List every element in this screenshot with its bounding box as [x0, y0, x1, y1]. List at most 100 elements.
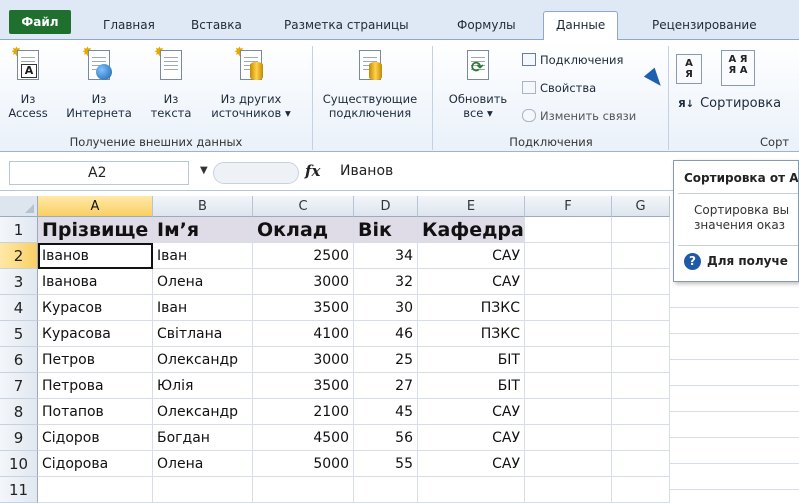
tab-data[interactable]: Данные	[543, 11, 619, 41]
table-cell[interactable]: 4100	[253, 321, 354, 347]
empty-cell[interactable]	[153, 477, 253, 503]
name-box[interactable]: A2	[9, 161, 189, 185]
connections-button[interactable]: Подключения	[522, 52, 623, 68]
table-cell[interactable]: 46	[354, 321, 418, 347]
empty-cell[interactable]	[612, 269, 670, 295]
table-cell[interactable]: САУ	[418, 399, 525, 425]
table-cell[interactable]: САУ	[418, 425, 525, 451]
row-header[interactable]: 9	[0, 425, 38, 451]
header-cell[interactable]: Вік	[354, 217, 418, 243]
row-header[interactable]: 3	[0, 269, 38, 295]
column-header-b[interactable]: B	[153, 196, 253, 217]
from-web-button[interactable]: ✸ Из Интернета	[66, 46, 132, 120]
row-header[interactable]: 8	[0, 399, 38, 425]
header-cell[interactable]: Прізвище	[38, 217, 153, 243]
empty-cell[interactable]	[525, 217, 612, 243]
row-header[interactable]: 1	[0, 217, 38, 243]
table-cell[interactable]: 30	[354, 295, 418, 321]
table-cell[interactable]: Юлія	[153, 373, 253, 399]
row-header[interactable]: 10	[0, 451, 38, 477]
table-cell[interactable]: 2100	[253, 399, 354, 425]
row-header[interactable]: 5	[0, 321, 38, 347]
table-cell[interactable]: Іван	[153, 243, 253, 269]
formula-input[interactable]: Иванов	[340, 163, 393, 179]
header-cell[interactable]: Ім’я	[153, 217, 253, 243]
column-header-d[interactable]: D	[354, 196, 418, 217]
table-cell[interactable]: ПЗКС	[418, 321, 525, 347]
table-cell[interactable]: Олександр	[153, 347, 253, 373]
empty-cell[interactable]	[612, 425, 670, 451]
column-header-f[interactable]: F	[525, 196, 612, 217]
properties-button[interactable]: Свойства	[522, 80, 596, 96]
table-cell[interactable]: БІТ	[418, 373, 525, 399]
table-cell[interactable]: Курасов	[38, 295, 153, 321]
header-cell[interactable]: Кафедра	[418, 217, 525, 243]
column-header-g[interactable]: G	[612, 196, 670, 217]
table-cell[interactable]: Іванов	[38, 243, 153, 269]
table-cell[interactable]: 25	[354, 347, 418, 373]
empty-cell[interactable]	[525, 477, 612, 503]
table-cell[interactable]: Світлана	[153, 321, 253, 347]
table-cell[interactable]: Іванова	[38, 269, 153, 295]
table-cell[interactable]: Богдан	[153, 425, 253, 451]
sort-a-to-z-icon[interactable]: АЯ	[676, 54, 702, 84]
formula-bar-handle[interactable]	[213, 162, 299, 184]
table-cell[interactable]: Сідоров	[38, 425, 153, 451]
header-cell[interactable]: Оклад	[253, 217, 354, 243]
table-cell[interactable]: Олена	[153, 451, 253, 477]
empty-cell[interactable]	[612, 373, 670, 399]
empty-cell[interactable]	[612, 399, 670, 425]
empty-cell[interactable]	[612, 321, 670, 347]
row-header[interactable]: 11	[0, 477, 38, 503]
row-header[interactable]: 6	[0, 347, 38, 373]
tab-formulas[interactable]: Формулы	[457, 14, 516, 40]
from-other-sources-button[interactable]: ✸ Из других источников ▾	[202, 46, 300, 120]
table-cell[interactable]: Іван	[153, 295, 253, 321]
table-cell[interactable]: 3500	[253, 295, 354, 321]
empty-cell[interactable]	[525, 373, 612, 399]
table-cell[interactable]: Курасова	[38, 321, 153, 347]
table-cell[interactable]: Петрова	[38, 373, 153, 399]
table-cell[interactable]: САУ	[418, 243, 525, 269]
select-all-corner[interactable]	[0, 196, 38, 217]
table-cell[interactable]: 32	[354, 269, 418, 295]
table-cell[interactable]: Потапов	[38, 399, 153, 425]
empty-cell[interactable]	[38, 477, 153, 503]
chevron-down-icon[interactable]: ▼	[200, 165, 208, 176]
table-cell[interactable]: 3000	[253, 269, 354, 295]
empty-cell[interactable]	[612, 217, 670, 243]
column-header-c[interactable]: C	[253, 196, 354, 217]
tab-review[interactable]: Рецензирование	[652, 14, 757, 40]
empty-cell[interactable]	[612, 347, 670, 373]
empty-cell[interactable]	[525, 269, 612, 295]
table-cell[interactable]: БІТ	[418, 347, 525, 373]
table-cell[interactable]: Олена	[153, 269, 253, 295]
column-header-e[interactable]: E	[418, 196, 525, 217]
tooltip-help-link[interactable]: ? Для получе	[684, 253, 788, 270]
existing-connections-button[interactable]: Существующие подключения	[314, 46, 426, 120]
empty-cell[interactable]	[354, 477, 418, 503]
row-header[interactable]: 2	[0, 243, 38, 269]
column-header-a[interactable]: A	[38, 196, 153, 217]
refresh-all-button[interactable]: ⟳ Обновить все ▾	[438, 46, 518, 120]
table-cell[interactable]: 56	[354, 425, 418, 451]
tab-file[interactable]: Файл	[9, 10, 71, 34]
insert-function-icon[interactable]: fx	[305, 162, 320, 180]
empty-cell[interactable]	[612, 295, 670, 321]
row-header[interactable]: 4	[0, 295, 38, 321]
table-cell[interactable]: 5000	[253, 451, 354, 477]
table-cell[interactable]: САУ	[418, 269, 525, 295]
sort-dialog-icon[interactable]: А ЯЯ А	[721, 50, 755, 86]
from-text-button[interactable]: ✸ Из текста	[146, 46, 196, 120]
spreadsheet-grid[interactable]: A B C D E F G 1 2 3 4 5 6 7 8 9 10 11 Прізвище Ім’я Оклад Вік…	[0, 196, 670, 503]
edit-links-button[interactable]: Изменить связи	[522, 108, 636, 124]
empty-cell[interactable]	[525, 399, 612, 425]
tab-home[interactable]: Главная	[103, 14, 155, 40]
table-cell[interactable]: САУ	[418, 451, 525, 477]
empty-cell[interactable]	[612, 451, 670, 477]
table-cell[interactable]: Петров	[38, 347, 153, 373]
empty-cell[interactable]	[525, 295, 612, 321]
table-cell[interactable]: 27	[354, 373, 418, 399]
from-access-button[interactable]: ✸A Из Access	[4, 46, 52, 120]
tab-page-layout[interactable]: Разметка страницы	[284, 14, 409, 40]
